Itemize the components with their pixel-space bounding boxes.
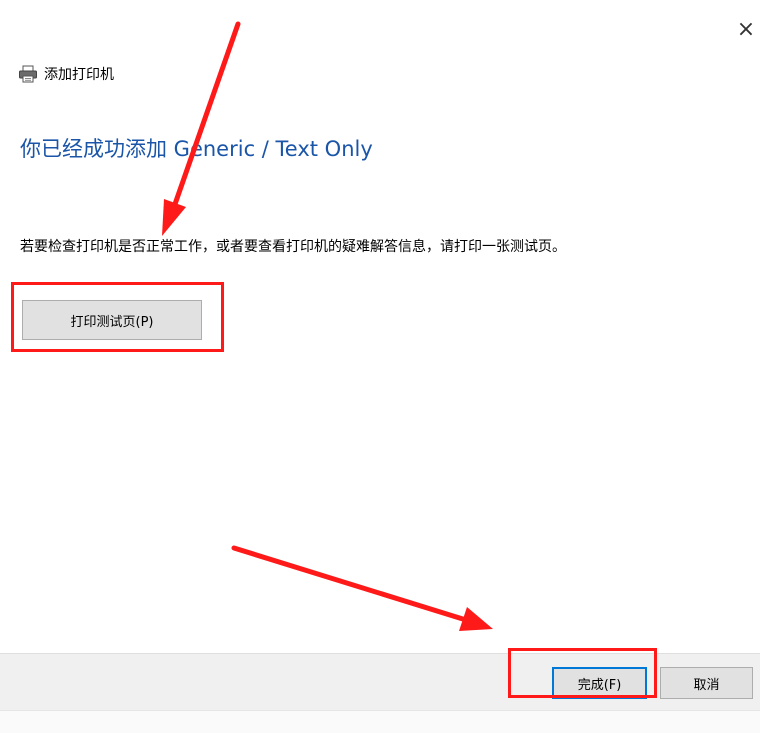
annotation-arrow-top [162, 21, 241, 236]
print-test-page-button[interactable]: 打印测试页(P) [22, 300, 202, 340]
annotation-arrow-bottom [231, 545, 493, 631]
printer-icon [19, 65, 37, 83]
finish-button[interactable]: 完成(F) [552, 667, 647, 699]
cancel-button[interactable]: 取消 [660, 667, 753, 699]
window-header: 添加打印机 [18, 62, 114, 86]
annotation-arrows [162, 21, 493, 631]
window-bottom-edge [0, 710, 760, 733]
success-heading: 你已经成功添加 Generic / Text Only [20, 137, 373, 161]
close-button[interactable]: × [732, 16, 760, 44]
window-title: 添加打印机 [44, 67, 114, 83]
close-icon: × [736, 17, 756, 42]
instruction-text: 若要检查打印机是否正常工作，或者要查看打印机的疑难解答信息，请打印一张测试页。 [20, 239, 566, 255]
